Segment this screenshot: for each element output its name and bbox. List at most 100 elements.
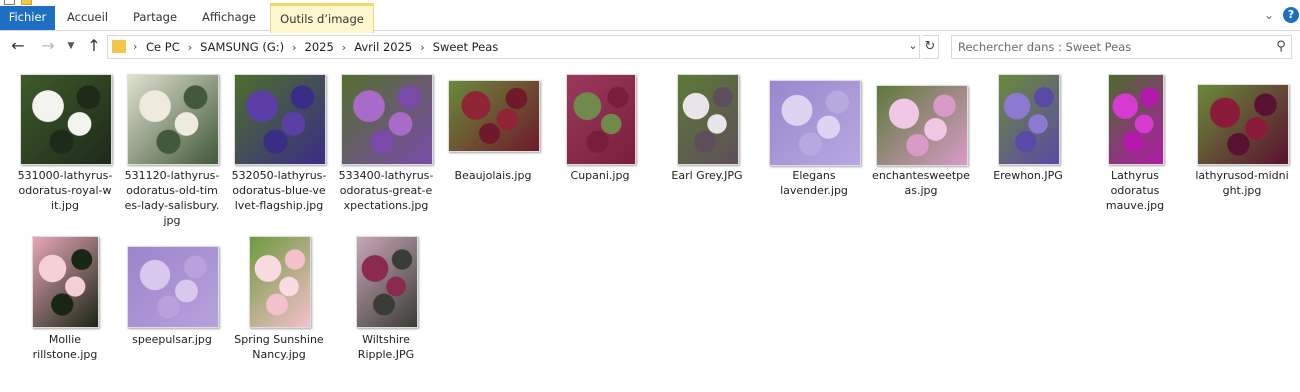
image-thumbnail[interactable] [234,74,326,165]
file-item[interactable]: Mollie rillstone.jpg [15,232,115,392]
new-folder-icon[interactable] [21,0,32,5]
crumb-samsung[interactable]: SAMSUNG (G:) [200,36,284,58]
image-thumbnail[interactable] [1197,84,1289,165]
file-name-line: xpectations.jpg [343,199,429,212]
image-thumbnail[interactable] [249,236,311,328]
file-name-line: Cupani.jpg [570,169,630,182]
file-item[interactable]: Spring Sunshine Nancy.jpg [229,232,329,392]
file-name[interactable]: Cupani.jpg [546,168,654,183]
file-name-line: speepulsar.jpg [132,333,212,346]
address-dropdown-icon[interactable]: ⌄ [907,37,919,55]
file-name-line: jpg [163,214,181,227]
file-name-line: mauve.jpg [1105,199,1165,212]
file-name[interactable]: Erewhon.JPG [974,168,1082,183]
file-name[interactable]: 531120-lathyrus-odoratus-old-tim es-lady-… [118,168,226,228]
file-name[interactable]: Earl Grey.JPG [653,168,761,183]
file-name[interactable]: 531000-lathyrus-odoratus-royal-w it.jpg [11,168,119,213]
file-name[interactable]: 532050-lathyrus-odoratus-blue-ve lvet-fla… [225,168,333,213]
file-item[interactable]: 531000-lathyrus-odoratus-royal-w it.jpg [15,70,115,230]
tab-fichier[interactable]: Fichier [0,6,55,30]
image-thumbnail[interactable] [341,74,433,165]
file-name[interactable]: speepulsar.jpg [118,332,226,347]
file-name-line: Wiltshire [362,333,410,346]
file-name[interactable]: Elegans lavender.jpg [760,168,868,198]
chevron-right-icon[interactable]: › [342,37,346,59]
search-box: ⚲ [951,35,1292,59]
image-thumbnail[interactable] [566,74,636,165]
tab-outils-image[interactable]: Outils d’image [270,3,374,33]
chevron-right-icon[interactable]: › [420,37,424,59]
image-thumbnail[interactable] [127,74,219,165]
file-name[interactable]: lathyrusod-midni ght.jpg [1188,168,1296,198]
chevron-right-icon[interactable]: › [188,37,192,59]
file-name[interactable]: 533400-lathyrus-odoratus-great-e xpectati… [332,168,440,213]
file-item[interactable]: Elegans lavender.jpg [764,70,864,230]
breadcrumb: Ce PC › SAMSUNG (G:) › 2025 › Avril 2025 › Sweet… [146,36,498,59]
file-item[interactable]: 532050-lathyrus-odoratus-blue-ve lvet-fla… [229,70,329,230]
file-name-line: lvet-flagship.jpg [234,199,324,212]
tab-affichage[interactable]: Affichage [190,6,268,30]
image-thumbnail[interactable] [32,236,99,328]
file-name[interactable]: enchantesweetpe as.jpg [867,168,975,198]
up-arrow-icon[interactable]: ↑ [84,34,104,58]
image-thumbnail[interactable] [20,74,112,165]
file-name-line: Elegans [792,169,836,182]
file-name-line: odoratus [1110,184,1160,197]
back-arrow-icon[interactable]: ← [8,34,28,58]
image-thumbnail[interactable] [677,74,739,165]
chevron-right-icon[interactable]: › [292,37,296,59]
file-name-line: es-lady-salisbury. [124,199,220,212]
image-thumbnail[interactable] [356,236,418,328]
crumb-ce-pc[interactable]: Ce PC [146,36,180,58]
address-bar[interactable]: › Ce PC › SAMSUNG (G:) › 2025 › Avril 2025 › Swe… [107,35,920,59]
file-item[interactable]: Lathyrus odoratus mauve.jpg [1085,70,1185,230]
image-thumbnail[interactable] [876,85,968,166]
file-name-line: odoratus-blue-ve [232,184,326,197]
help-icon[interactable]: ? [1283,7,1299,23]
chevron-down-icon[interactable]: ⌄ [1262,8,1276,22]
search-icon[interactable]: ⚲ [1273,38,1289,56]
refresh-icon[interactable]: ↻ [922,35,939,59]
file-name[interactable]: Lathyrus odoratus mauve.jpg [1081,168,1189,213]
file-name-line: Mollie [48,333,82,346]
file-name-line: lathyrusod-midni [1195,169,1289,182]
image-thumbnail[interactable] [127,246,219,328]
image-thumbnail[interactable] [998,74,1060,165]
image-thumbnail[interactable] [769,80,861,166]
file-item[interactable]: lathyrusod-midni ght.jpg [1192,70,1292,230]
file-item[interactable]: 533400-lathyrus-odoratus-great-e xpectati… [336,70,436,230]
file-name[interactable]: Mollie rillstone.jpg [11,332,119,362]
file-name[interactable]: Wiltshire Ripple.JPG [332,332,440,362]
crumb-avril-2025[interactable]: Avril 2025 [354,36,412,58]
file-item[interactable]: Beaujolais.jpg [443,70,543,230]
file-name-line: Beaujolais.jpg [454,169,532,182]
file-name-line: Lathyrus [1111,169,1159,182]
file-name-line: ght.jpg [1222,184,1262,197]
file-item[interactable]: Earl Grey.JPG [657,70,757,230]
file-name-line: Nancy.jpg [252,348,306,361]
file-item[interactable]: Cupani.jpg [550,70,650,230]
file-item[interactable]: enchantesweetpe as.jpg [871,70,971,230]
search-input[interactable] [958,36,1258,58]
recent-locations-chevron-icon[interactable]: ▼ [64,34,78,58]
file-item[interactable]: Wiltshire Ripple.JPG [336,232,436,392]
tab-partage[interactable]: Partage [120,6,190,30]
file-name[interactable]: Spring Sunshine Nancy.jpg [225,332,333,362]
crumb-2025[interactable]: 2025 [305,36,334,58]
file-name-line: 531000-lathyrus- [17,169,113,182]
image-thumbnail[interactable] [448,80,540,152]
file-item[interactable]: Erewhon.JPG [978,70,1078,230]
properties-icon[interactable] [4,0,15,5]
crumb-sweet-peas[interactable]: Sweet Peas [433,36,499,58]
file-name-line: enchantesweetpe [872,169,970,182]
ribbon: Fichier Accueil Partage Affichage Outils… [0,0,1300,33]
file-name-line: 533400-lathyrus- [338,169,434,182]
file-item[interactable]: speepulsar.jpg [122,232,222,392]
file-name-line: Earl Grey.JPG [671,169,743,182]
file-name[interactable]: Beaujolais.jpg [439,168,547,183]
chevron-right-icon[interactable]: › [133,36,137,58]
file-item[interactable]: 531120-lathyrus-odoratus-old-tim es-lady-… [122,70,222,230]
tab-accueil[interactable]: Accueil [55,6,120,30]
forward-arrow-icon[interactable]: → [38,34,58,58]
image-thumbnail[interactable] [1108,74,1164,165]
